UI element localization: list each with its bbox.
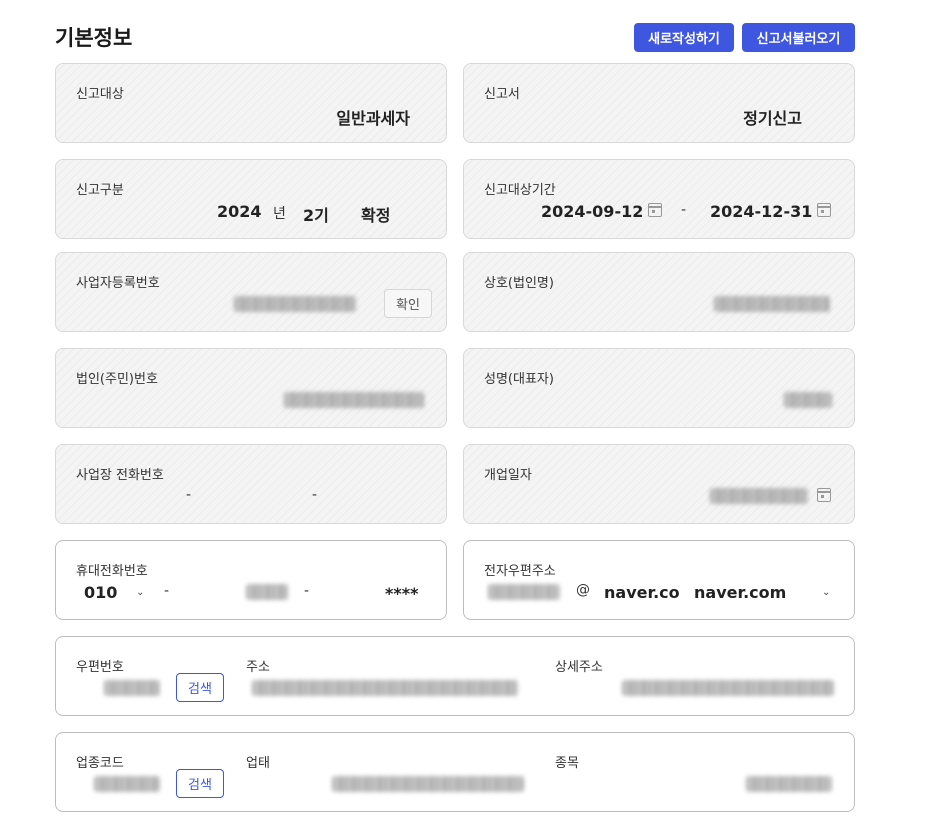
report-type-label: 신고구분 xyxy=(76,183,124,198)
report-period-number: 2기 xyxy=(303,206,329,225)
address-value-redacted xyxy=(252,680,518,696)
email-domain-input[interactable]: naver.co xyxy=(604,583,680,602)
report-type-field: 신고구분 2024 년 2기 확정 xyxy=(55,159,447,239)
page-title: 기본정보 xyxy=(55,27,133,50)
report-year: 2024 xyxy=(217,202,262,221)
detail-address-input-redacted[interactable] xyxy=(622,680,834,696)
company-name-field: 상호(법인명) xyxy=(463,252,855,332)
corp-number-value-redacted xyxy=(284,392,424,408)
load-report-button[interactable]: 신고서불러오기 xyxy=(742,23,855,52)
mobile-separator: - xyxy=(164,583,170,599)
report-period-field: 신고대상기간 2024-09-12 - 2024-12-31 xyxy=(463,159,855,239)
period-start-date: 2024-09-12 xyxy=(541,202,644,221)
mobile-phone-label: 휴대전화번호 xyxy=(76,564,148,579)
business-registration-value-redacted xyxy=(234,296,356,312)
business-type-label: 업태 xyxy=(246,756,270,771)
corp-number-label: 법인(주민)번호 xyxy=(76,372,158,387)
zip-code-label: 우편번호 xyxy=(76,660,124,675)
period-separator: - xyxy=(681,202,687,218)
business-type-value-redacted xyxy=(332,776,524,792)
email-at-sign: @ xyxy=(576,582,590,598)
industry-field: 업종코드 검색 업태 종목 xyxy=(55,732,855,812)
business-phone-field: 사업장 전화번호 - - xyxy=(55,444,447,524)
report-kind: 확정 xyxy=(361,206,391,225)
industry-code-label: 업종코드 xyxy=(76,756,124,771)
period-end-date: 2024-12-31 xyxy=(710,202,813,221)
business-phone-separator: - xyxy=(312,487,318,503)
report-target-value: 일반과세자 xyxy=(336,109,410,128)
report-form-label: 신고서 xyxy=(484,87,520,102)
address-field: 우편번호 검색 주소 상세주소 xyxy=(55,636,855,716)
mobile-last-input[interactable]: **** xyxy=(385,584,418,603)
open-date-value-redacted xyxy=(710,488,808,504)
open-date-label: 개업일자 xyxy=(484,468,532,483)
zip-search-button[interactable]: 검색 xyxy=(176,673,224,702)
zip-code-value-redacted xyxy=(104,680,160,696)
detail-address-label: 상세주소 xyxy=(555,660,603,675)
business-item-label: 종목 xyxy=(555,756,579,771)
new-report-button[interactable]: 새로작성하기 xyxy=(634,23,734,52)
report-target-field: 신고대상 일반과세자 xyxy=(55,63,447,143)
mobile-separator: - xyxy=(304,583,310,599)
company-name-value-redacted xyxy=(714,296,830,312)
calendar-icon xyxy=(648,203,662,217)
company-name-label: 상호(법인명) xyxy=(484,276,554,291)
business-phone-separator: - xyxy=(186,487,192,503)
corp-number-field: 법인(주민)번호 xyxy=(55,348,447,428)
industry-search-button[interactable]: 검색 xyxy=(176,769,224,798)
representative-label: 성명(대표자) xyxy=(484,372,554,387)
chevron-down-icon[interactable]: ⌄ xyxy=(822,587,830,598)
confirm-button[interactable]: 확인 xyxy=(384,289,432,318)
representative-field: 성명(대표자) xyxy=(463,348,855,428)
report-year-unit: 년 xyxy=(273,206,286,222)
address-label: 주소 xyxy=(246,660,270,675)
business-registration-label: 사업자등록번호 xyxy=(76,276,160,291)
chevron-down-icon[interactable]: ⌄ xyxy=(136,587,144,598)
mobile-phone-field: 휴대전화번호 010 ⌄ - - **** xyxy=(55,540,447,620)
open-date-field: 개업일자 xyxy=(463,444,855,524)
mobile-middle-input-redacted[interactable] xyxy=(246,584,288,600)
business-item-value-redacted xyxy=(746,776,832,792)
industry-code-value-redacted xyxy=(94,776,160,792)
business-registration-field: 사업자등록번호 확인 xyxy=(55,252,447,332)
mobile-prefix-select[interactable]: 010 xyxy=(84,583,117,602)
calendar-icon[interactable] xyxy=(817,488,831,502)
representative-value-redacted xyxy=(784,392,832,408)
email-domain-select[interactable]: naver.com xyxy=(694,583,786,602)
report-period-label: 신고대상기간 xyxy=(484,183,556,198)
email-label: 전자우편주소 xyxy=(484,564,556,579)
business-phone-label: 사업장 전화번호 xyxy=(76,468,164,483)
report-form-value: 정기신고 xyxy=(743,109,802,128)
email-id-input-redacted[interactable] xyxy=(488,584,560,600)
report-target-label: 신고대상 xyxy=(76,87,124,102)
calendar-icon xyxy=(817,203,831,217)
email-field: 전자우편주소 @ naver.co naver.com ⌄ xyxy=(463,540,855,620)
report-form-field: 신고서 정기신고 xyxy=(463,63,855,143)
